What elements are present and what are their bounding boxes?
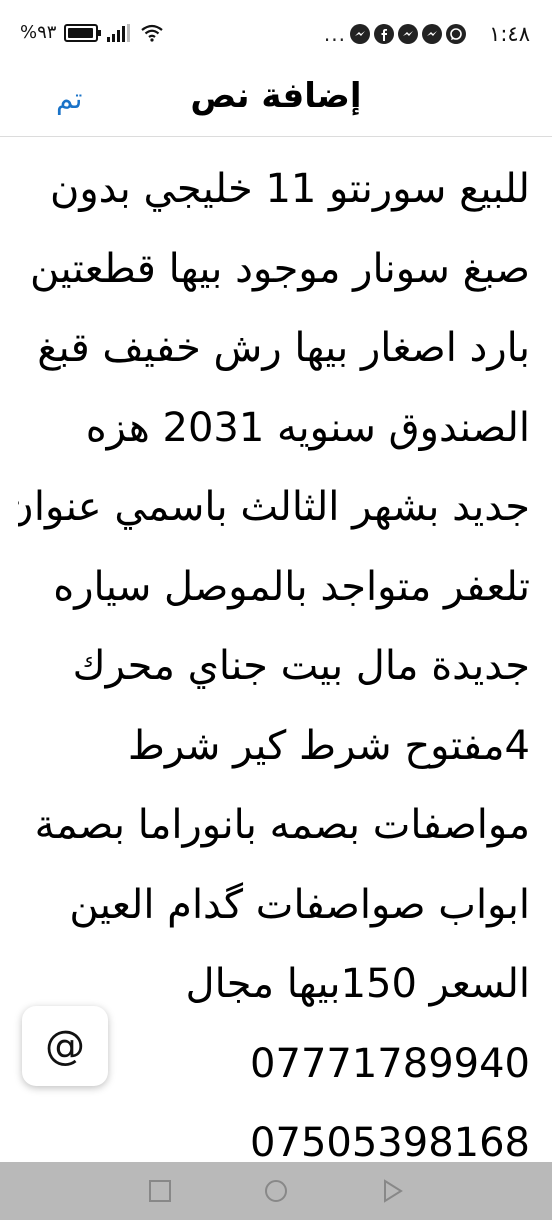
messenger-icon xyxy=(350,24,370,44)
messenger-icon xyxy=(422,24,442,44)
signal-icon xyxy=(107,23,131,42)
battery-icon xyxy=(64,23,102,42)
battery-percentage: %٩٣ xyxy=(20,22,57,43)
notification-icons: ... xyxy=(320,24,466,44)
messenger-icon xyxy=(398,24,418,44)
page-title: إضافة نص xyxy=(190,76,362,116)
text-line: جديد بشهر الثالث باسمي عنوان xyxy=(18,484,530,530)
done-button[interactable]: تم xyxy=(56,82,82,115)
wifi-icon xyxy=(141,24,164,42)
text-line: صبغ سونار موجود بيها قطعتين xyxy=(30,245,530,292)
text-line: الصندوق سنويه 2031 هزه xyxy=(85,404,530,451)
top-bar: إضافة نص تم xyxy=(0,72,552,137)
system-indicators: %٩٣ xyxy=(20,22,164,43)
home-icon[interactable] xyxy=(263,1178,289,1204)
text-line: 4مفتوح شرط كير شرط xyxy=(127,722,530,769)
text-line: جديدة مال بيت جناي محرك xyxy=(72,643,530,689)
text-line: للبيع سورنتو 11 خليجي بدون xyxy=(49,166,530,212)
text-line: مواصفات بصمه بانوراما بصمة xyxy=(34,802,530,848)
status-bar: ١:٤٨ ... %٩٣ xyxy=(0,0,552,72)
facebook-icon xyxy=(374,24,394,44)
whatsapp-icon xyxy=(446,24,466,44)
text-line: ابواب صواصفات گدام العين xyxy=(69,881,530,928)
more-notifications-indicator: ... xyxy=(323,22,346,46)
text-line: تلعفر متواجد بالموصل سياره xyxy=(53,563,530,610)
text-line: بارد اصغار بيها رش خفيف قبغ xyxy=(37,325,530,371)
recent-apps-icon[interactable] xyxy=(147,1178,173,1204)
mention-button[interactable]: @ xyxy=(22,1006,108,1086)
navigation-bar xyxy=(0,1162,552,1220)
text-editor[interactable]: للبيع سورنتو 11 خليجي بدون صبغ سونار موجو… xyxy=(18,150,530,1166)
clock: ١:٤٨ xyxy=(489,22,530,46)
back-icon[interactable] xyxy=(380,1178,406,1204)
